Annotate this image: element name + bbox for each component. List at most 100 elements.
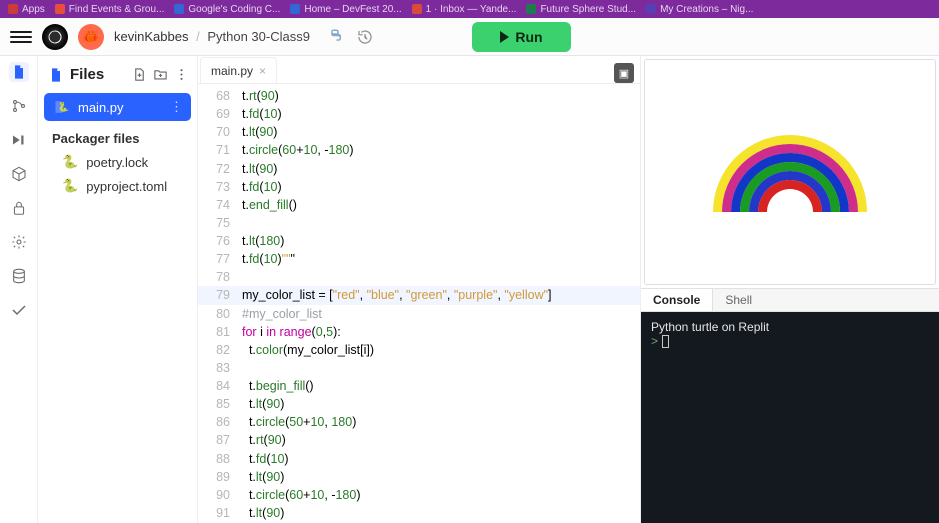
browser-tab[interactable]: Apps bbox=[8, 4, 45, 15]
new-folder-icon[interactable] bbox=[153, 67, 168, 82]
tool-sidebar bbox=[0, 56, 38, 523]
replit-logo-icon[interactable] bbox=[42, 24, 68, 50]
line-number: 76 bbox=[198, 232, 242, 250]
terminal-prompt: > bbox=[651, 334, 658, 348]
code-line[interactable]: 78 bbox=[198, 268, 640, 286]
editor-tab-main[interactable]: main.py × bbox=[200, 57, 277, 83]
python-file-icon: 🐍 bbox=[62, 154, 78, 170]
line-number: 80 bbox=[198, 305, 242, 323]
browser-tab[interactable]: Find Events & Grou... bbox=[55, 4, 165, 15]
run-button[interactable]: Run bbox=[472, 22, 570, 52]
line-number: 85 bbox=[198, 395, 242, 413]
browser-tab[interactable]: 1 · Inbox — Yande... bbox=[412, 4, 517, 15]
history-icon[interactable] bbox=[356, 28, 374, 46]
python-icon bbox=[326, 28, 344, 46]
code-line[interactable]: 74t.end_fill() bbox=[198, 196, 640, 214]
code-line[interactable]: 89 t.lt(90) bbox=[198, 468, 640, 486]
line-number: 73 bbox=[198, 178, 242, 196]
vcs-tool-icon[interactable] bbox=[9, 96, 29, 116]
line-number: 74 bbox=[198, 196, 242, 214]
code-line[interactable]: 75 bbox=[198, 214, 640, 232]
code-line[interactable]: 91 t.lt(90) bbox=[198, 504, 640, 522]
code-line[interactable]: 71t.circle(60+10, -180) bbox=[198, 141, 640, 159]
new-file-icon[interactable] bbox=[132, 67, 147, 82]
code-line[interactable]: 77t.fd(10)""" bbox=[198, 250, 640, 268]
username[interactable]: kevinKabbes bbox=[114, 29, 188, 44]
browser-tab[interactable]: My Creations – Nig... bbox=[646, 4, 753, 15]
code-line[interactable]: 73t.fd(10) bbox=[198, 178, 640, 196]
code-line[interactable]: 79my_color_list = ["red", "blue", "green… bbox=[198, 286, 640, 304]
project-name[interactable]: Python 30-Class9 bbox=[207, 29, 310, 44]
code-line[interactable]: 88 t.fd(10) bbox=[198, 450, 640, 468]
line-number: 70 bbox=[198, 123, 242, 141]
line-number: 88 bbox=[198, 450, 242, 468]
code-line[interactable]: 87 t.rt(90) bbox=[198, 431, 640, 449]
browser-tab-strip: Apps Find Events & Grou... Google's Coding… bbox=[0, 0, 939, 18]
tests-tool-icon[interactable] bbox=[9, 300, 29, 320]
code-line[interactable]: 76t.lt(180) bbox=[198, 232, 640, 250]
code-line[interactable]: 90 t.circle(60+10, -180) bbox=[198, 486, 640, 504]
database-tool-icon[interactable] bbox=[9, 266, 29, 286]
editor-pane: main.py × ▣ 68t.rt(90)69t.fd(10)70t.lt(9… bbox=[198, 56, 641, 523]
file-icon bbox=[48, 67, 64, 83]
favicon-icon bbox=[55, 4, 65, 14]
line-number: 90 bbox=[198, 486, 242, 504]
code-line[interactable]: 82 t.color(my_color_list[i]) bbox=[198, 341, 640, 359]
secrets-tool-icon[interactable] bbox=[9, 198, 29, 218]
file-pyproject-toml[interactable]: 🐍pyproject.toml bbox=[44, 174, 191, 198]
python-file-icon: 🐍 bbox=[62, 178, 78, 194]
line-number: 84 bbox=[198, 377, 242, 395]
console-tab[interactable]: Console bbox=[641, 289, 713, 311]
close-icon[interactable]: × bbox=[259, 64, 266, 78]
line-number: 75 bbox=[198, 214, 242, 232]
avatar[interactable]: 🦀 bbox=[78, 24, 104, 50]
line-number: 79 bbox=[198, 286, 242, 304]
breadcrumb: kevinKabbes / Python 30-Class9 bbox=[114, 29, 310, 44]
terminal-line: Python turtle on Replit bbox=[651, 320, 929, 334]
svg-text:🐍: 🐍 bbox=[58, 101, 70, 113]
file-menu-icon[interactable]: ⋮ bbox=[170, 99, 183, 115]
code-line[interactable]: 83 bbox=[198, 359, 640, 377]
file-main[interactable]: 🐍 main.py ⋮ bbox=[44, 93, 191, 121]
line-number: 82 bbox=[198, 341, 242, 359]
favicon-icon bbox=[174, 4, 184, 14]
code-line[interactable]: 69t.fd(10) bbox=[198, 105, 640, 123]
line-number: 78 bbox=[198, 268, 242, 286]
files-tool-icon[interactable] bbox=[9, 62, 29, 82]
code-line[interactable]: 85 t.lt(90) bbox=[198, 395, 640, 413]
line-number: 77 bbox=[198, 250, 242, 268]
line-number: 86 bbox=[198, 413, 242, 431]
shell-tab[interactable]: Shell bbox=[713, 289, 764, 311]
menu-icon[interactable] bbox=[10, 26, 32, 48]
settings-tool-icon[interactable] bbox=[9, 232, 29, 252]
browser-tab[interactable]: Google's Coding C... bbox=[174, 4, 280, 15]
code-line[interactable]: 80#my_color_list bbox=[198, 305, 640, 323]
favicon-icon bbox=[412, 4, 422, 14]
more-icon[interactable] bbox=[174, 67, 189, 82]
terminal[interactable]: Python turtle on Replit > bbox=[641, 312, 939, 523]
line-number: 68 bbox=[198, 87, 242, 105]
line-number: 91 bbox=[198, 504, 242, 522]
packages-tool-icon[interactable] bbox=[9, 164, 29, 184]
code-line[interactable]: 70t.lt(90) bbox=[198, 123, 640, 141]
code-line[interactable]: 72t.lt(90) bbox=[198, 160, 640, 178]
console-tabs: Console Shell bbox=[641, 288, 939, 312]
debugger-tool-icon[interactable] bbox=[9, 130, 29, 150]
code-line[interactable]: 84 t.begin_fill() bbox=[198, 377, 640, 395]
line-number: 81 bbox=[198, 323, 242, 341]
favicon-icon bbox=[290, 4, 300, 14]
code-line[interactable]: 68t.rt(90) bbox=[198, 87, 640, 105]
line-number: 83 bbox=[198, 359, 242, 377]
browser-tab[interactable]: Future Sphere Stud... bbox=[526, 4, 636, 15]
layout-toggle-icon[interactable]: ▣ bbox=[614, 63, 634, 83]
right-pane: Console Shell Python turtle on Replit > bbox=[641, 56, 939, 523]
favicon-icon bbox=[646, 4, 656, 14]
line-number: 87 bbox=[198, 431, 242, 449]
code-line[interactable]: 86 t.circle(50+10, 180) bbox=[198, 413, 640, 431]
packager-section-label: Packager files bbox=[44, 121, 191, 150]
code-line[interactable]: 81for i in range(0,5): bbox=[198, 323, 640, 341]
play-icon bbox=[500, 31, 509, 43]
file-poetry-lock[interactable]: 🐍poetry.lock bbox=[44, 150, 191, 174]
browser-tab[interactable]: Home – DevFest 20... bbox=[290, 4, 401, 15]
code-editor[interactable]: 68t.rt(90)69t.fd(10)70t.lt(90)71t.circle… bbox=[198, 84, 640, 523]
